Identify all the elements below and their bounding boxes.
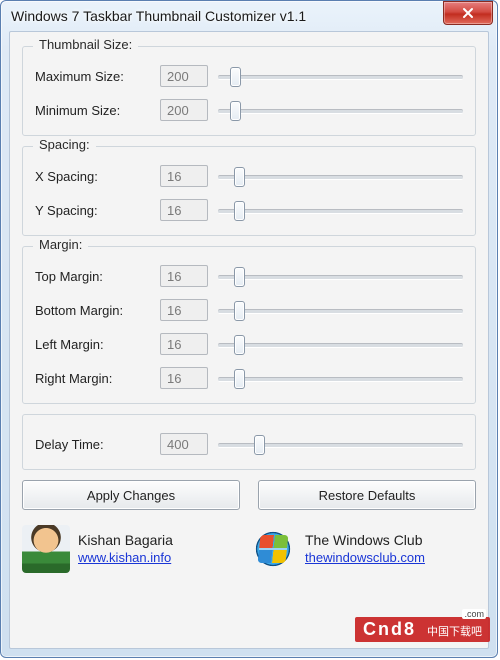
input-delay[interactable]	[160, 433, 208, 455]
slider-right-margin[interactable]	[218, 368, 463, 388]
close-icon	[462, 7, 474, 19]
watermark-cn: 中国下载吧	[427, 626, 482, 638]
watermark-sub: .com	[462, 609, 486, 619]
slider-thumb-icon[interactable]	[234, 201, 245, 221]
group-legend: Thumbnail Size:	[33, 37, 138, 52]
windows-logo-icon	[249, 525, 297, 573]
author-name: Kishan Bagaria	[78, 531, 173, 549]
window-title: Windows 7 Taskbar Thumbnail Customizer v…	[11, 8, 443, 24]
label-top-margin: Top Margin:	[35, 269, 150, 284]
author-link[interactable]: www.kishan.info	[78, 550, 173, 567]
slider-thumb-icon[interactable]	[234, 301, 245, 321]
app-window: Windows 7 Taskbar Thumbnail Customizer v…	[0, 0, 498, 658]
credit-author: Kishan Bagaria www.kishan.info	[22, 518, 249, 580]
input-top-margin[interactable]	[160, 265, 208, 287]
label-right-margin: Right Margin:	[35, 371, 150, 386]
group-margin: Margin: Top Margin: Bottom Margin: Left …	[22, 246, 476, 404]
site-link[interactable]: thewindowsclub.com	[305, 550, 425, 567]
input-x-spacing[interactable]	[160, 165, 208, 187]
close-button[interactable]	[443, 1, 493, 25]
group-delay: Delay Time:	[22, 414, 476, 470]
label-x-spacing: X Spacing:	[35, 169, 150, 184]
slider-bottom-margin[interactable]	[218, 300, 463, 320]
row-top-margin: Top Margin:	[35, 259, 463, 293]
input-right-margin[interactable]	[160, 367, 208, 389]
row-bottom-margin: Bottom Margin:	[35, 293, 463, 327]
row-delay: Delay Time:	[35, 427, 463, 461]
slider-thumb-icon[interactable]	[234, 267, 245, 287]
apply-button[interactable]: Apply Changes	[22, 480, 240, 510]
slider-delay[interactable]	[218, 434, 463, 454]
label-y-spacing: Y Spacing:	[35, 203, 150, 218]
input-max-size[interactable]	[160, 65, 208, 87]
label-left-margin: Left Margin:	[35, 337, 150, 352]
input-min-size[interactable]	[160, 99, 208, 121]
slider-left-margin[interactable]	[218, 334, 463, 354]
slider-thumb-icon[interactable]	[234, 335, 245, 355]
titlebar[interactable]: Windows 7 Taskbar Thumbnail Customizer v…	[1, 1, 497, 31]
label-max-size: Maximum Size:	[35, 69, 150, 84]
label-min-size: Minimum Size:	[35, 103, 150, 118]
group-legend: Margin:	[33, 237, 88, 252]
slider-y-spacing[interactable]	[218, 200, 463, 220]
row-max-size: Maximum Size:	[35, 59, 463, 93]
group-spacing: Spacing: X Spacing: Y Spacing:	[22, 146, 476, 236]
group-thumbnail-size: Thumbnail Size: Maximum Size: Minimum Si…	[22, 46, 476, 136]
input-left-margin[interactable]	[160, 333, 208, 355]
row-min-size: Minimum Size:	[35, 93, 463, 127]
site-name: The Windows Club	[305, 531, 425, 549]
row-x-spacing: X Spacing:	[35, 159, 463, 193]
client-area: Thumbnail Size: Maximum Size: Minimum Si…	[9, 31, 489, 649]
slider-thumb-icon[interactable]	[230, 101, 241, 121]
label-bottom-margin: Bottom Margin:	[35, 303, 150, 318]
group-legend: Spacing:	[33, 137, 96, 152]
row-y-spacing: Y Spacing:	[35, 193, 463, 227]
slider-max-size[interactable]	[218, 66, 463, 86]
input-y-spacing[interactable]	[160, 199, 208, 221]
restore-button[interactable]: Restore Defaults	[258, 480, 476, 510]
credits: Kishan Bagaria www.kishan.info The Windo…	[22, 518, 476, 580]
slider-thumb-icon[interactable]	[234, 167, 245, 187]
watermark-main: Cnd8	[363, 619, 416, 639]
row-left-margin: Left Margin:	[35, 327, 463, 361]
slider-top-margin[interactable]	[218, 266, 463, 286]
button-row: Apply Changes Restore Defaults	[22, 480, 476, 510]
watermark: .com Cnd8 中国下载吧	[355, 617, 490, 642]
slider-thumb-icon[interactable]	[230, 67, 241, 87]
slider-thumb-icon[interactable]	[234, 369, 245, 389]
row-right-margin: Right Margin:	[35, 361, 463, 395]
credit-site: The Windows Club thewindowsclub.com	[249, 518, 476, 580]
avatar-icon	[22, 525, 70, 573]
slider-min-size[interactable]	[218, 100, 463, 120]
slider-x-spacing[interactable]	[218, 166, 463, 186]
label-delay: Delay Time:	[35, 437, 150, 452]
slider-thumb-icon[interactable]	[254, 435, 265, 455]
input-bottom-margin[interactable]	[160, 299, 208, 321]
